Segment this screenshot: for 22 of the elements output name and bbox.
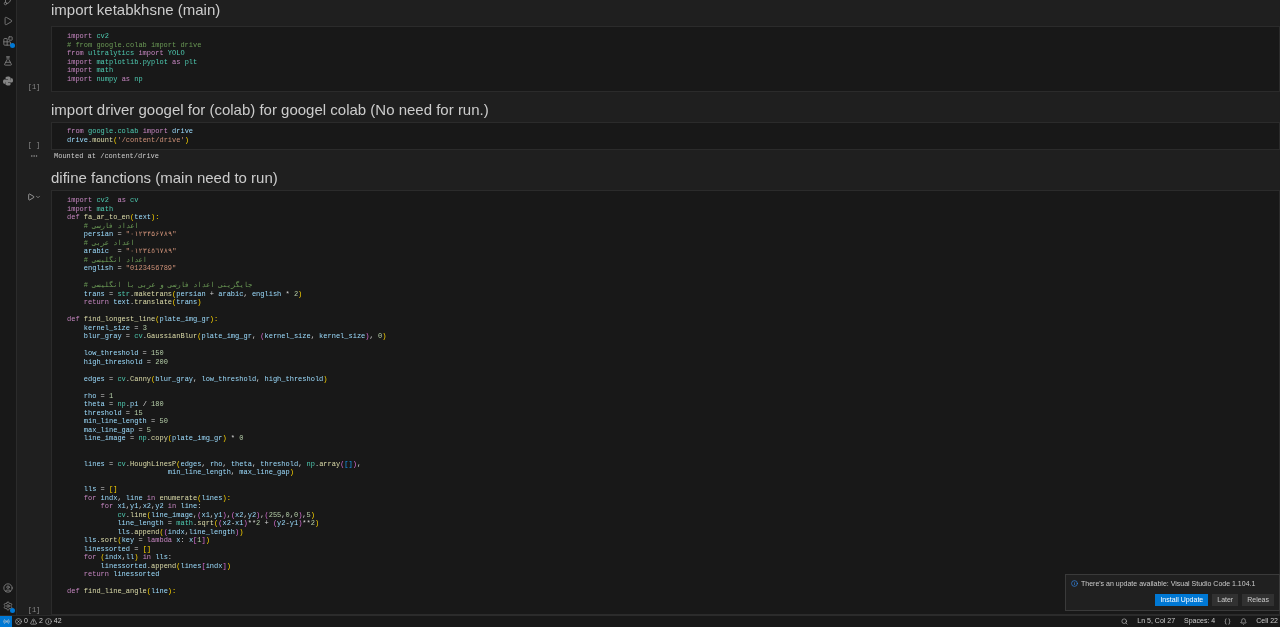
braces-icon[interactable]: [1224, 618, 1232, 625]
account-icon[interactable]: [3, 583, 13, 593]
notification-icon[interactable]: [1240, 618, 1248, 625]
info-icon[interactable]: [44, 618, 52, 625]
run-button[interactable]: [27, 193, 41, 201]
error-icon[interactable]: [15, 618, 22, 625]
markdown-heading: difine fanctions (main need to run): [51, 168, 279, 188]
remote-icon: [2, 618, 10, 625]
warning-icon[interactable]: [29, 618, 37, 625]
search-icon[interactable]: [1121, 618, 1129, 625]
extensions-icon[interactable]: [3, 36, 13, 46]
settings-icon[interactable]: [3, 601, 13, 611]
code-cell[interactable]: [51, 190, 1280, 615]
chevron-icon: [35, 194, 41, 200]
flask-icon[interactable]: [3, 56, 13, 66]
output-menu-icon[interactable]: [30, 152, 38, 160]
markdown-heading: import driver googel for (colab) for googel colab (No need for run.): [51, 100, 490, 120]
markdown-heading: import ketabkhsne (main): [51, 0, 222, 20]
run-debug-icon[interactable]: [3, 16, 13, 26]
play-icon: [27, 193, 35, 201]
info-icon: [1071, 580, 1078, 588]
logo-icon[interactable]: [3, 76, 13, 86]
